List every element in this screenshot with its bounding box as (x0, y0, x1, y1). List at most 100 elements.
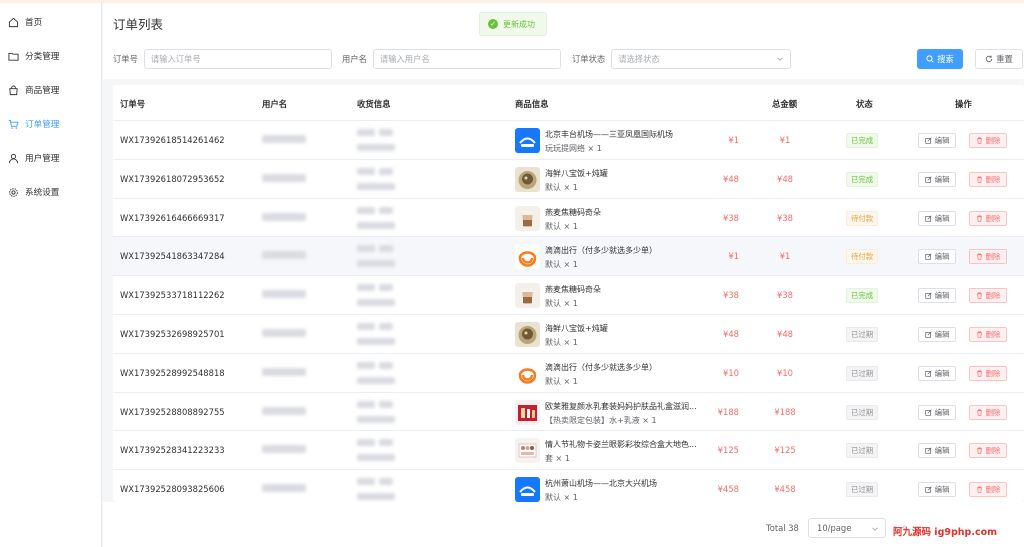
edit-button[interactable]: 编辑 (918, 171, 956, 187)
table-header: 订单号 用户名 收货信息 商品信息 总金额 状态 操作 (113, 85, 1024, 120)
edit-button[interactable]: 编辑 (918, 443, 956, 459)
edit-button[interactable]: 编辑 (918, 210, 956, 226)
delete-button[interactable]: 删除 (969, 482, 1007, 498)
sidebar-item-2[interactable]: 商品管理 (0, 73, 101, 107)
product-thumbnail (515, 166, 540, 192)
edit-button-label: 编辑 (934, 446, 950, 456)
product-spec: 默认 × 1 (545, 221, 578, 231)
status-badge: 已过期 (846, 443, 879, 459)
user-input-box[interactable] (372, 49, 561, 69)
order-input[interactable] (150, 54, 325, 64)
edit-button[interactable]: 编辑 (918, 133, 956, 148)
table-row: WX17392616466669317 燕麦焦糖码奇朵 默认 × 1 ¥38 ¥38 待付… (113, 197, 1024, 237)
phone-redacted (379, 439, 393, 447)
page-size-select[interactable]: 10/page (808, 518, 886, 538)
edit-icon (924, 331, 932, 338)
edit-button[interactable]: 编辑 (918, 365, 956, 381)
status-select[interactable] (611, 49, 792, 69)
edit-button[interactable]: 编辑 (918, 482, 956, 498)
header-user: 用户名 (262, 99, 288, 109)
product-name: 欧莱雅复颜水乳套装妈妈护肤品礼盒滋润... (545, 401, 697, 411)
user-input[interactable] (379, 54, 554, 64)
order-number: WX17392532698925701 (120, 328, 225, 339)
status-badge: 已过期 (846, 365, 879, 381)
username-redacted (262, 484, 306, 493)
product-thumbnail (515, 283, 540, 309)
header-total: 总金额 (772, 99, 798, 109)
product-spec: 默认 × 1 (545, 376, 578, 386)
trash-icon (976, 176, 982, 183)
trash-icon (976, 486, 982, 493)
sidebar-item-label: 分类管理 (25, 52, 60, 62)
unit-price: ¥1 (728, 251, 739, 262)
order-input-box[interactable] (143, 49, 332, 69)
address-redacted (357, 376, 395, 384)
edit-icon (924, 137, 932, 144)
search-button[interactable]: 搜索 (917, 49, 963, 69)
delete-button-label: 删除 (985, 252, 1001, 262)
edit-button-label: 编辑 (934, 252, 950, 262)
edit-icon (924, 409, 932, 416)
status-badge: 待付款 (846, 210, 879, 226)
delete-button[interactable]: 删除 (969, 249, 1007, 265)
unit-price: ¥38 (723, 212, 739, 223)
header-address: 收货信息 (357, 99, 391, 109)
product-thumbnail (515, 360, 540, 386)
address-redacted (357, 454, 395, 462)
status-badge: 已过期 (846, 404, 879, 420)
address-redacted (357, 182, 395, 190)
table-row: WX17392528341223233 情人节礼物卡姿兰眼影彩妆综合盒大地色...… (113, 430, 1024, 469)
sidebar-item-5[interactable]: 系统设置 (0, 175, 101, 209)
table-row: WX17392528808892755 欧莱雅复颜水乳套装妈妈护肤品礼盒滋润...… (113, 391, 1024, 431)
table-area: 订单号 用户名 收货信息 商品信息 总金额 状态 操作 WX1739261851… (103, 79, 1024, 503)
phone-redacted (379, 322, 393, 330)
edit-button[interactable]: 编辑 (918, 326, 956, 342)
header-product: 商品信息 (515, 99, 549, 109)
edit-icon (924, 253, 932, 261)
edit-button[interactable]: 编辑 (918, 288, 956, 304)
receiver-redacted (357, 361, 375, 369)
pagination-total: Total 38 (766, 523, 799, 533)
trash-icon (976, 370, 982, 377)
delete-button[interactable]: 删除 (969, 404, 1007, 420)
sidebar-item-1[interactable]: 分类管理 (0, 39, 101, 73)
edit-icon (924, 292, 932, 299)
status-badge: 已过期 (846, 482, 879, 498)
sidebar-item-0[interactable]: 首页 (0, 5, 101, 39)
delete-button[interactable]: 删除 (969, 365, 1007, 381)
product-thumbnail (515, 244, 540, 270)
edit-button[interactable]: 编辑 (918, 404, 956, 420)
receiver-redacted (357, 245, 375, 253)
delete-button-label: 删除 (985, 291, 1001, 301)
order-number: WX17392528093825606 (120, 484, 225, 495)
total-amount: ¥458 (774, 484, 796, 495)
gear-icon (9, 187, 18, 197)
reset-button[interactable]: 重置 (975, 49, 1023, 69)
sidebar-item-4[interactable]: 用户管理 (0, 141, 101, 175)
cart-icon (8, 119, 19, 129)
trash-icon (976, 253, 982, 261)
delete-button[interactable]: 删除 (969, 288, 1007, 304)
status-badge: 已完成 (846, 288, 879, 304)
search-icon (926, 55, 934, 63)
status-badge: 已完成 (846, 133, 879, 148)
check-circle-icon: ✓ (488, 19, 498, 29)
delete-button[interactable]: 删除 (969, 326, 1007, 342)
delete-button[interactable]: 删除 (969, 171, 1007, 187)
sidebar-item-label: 商品管理 (25, 86, 60, 96)
sidebar-item-3[interactable]: 订单管理 (0, 107, 101, 141)
user-icon (8, 153, 19, 163)
delete-button[interactable]: 删除 (969, 443, 1007, 459)
username-redacted (262, 406, 306, 415)
delete-button[interactable]: 删除 (969, 210, 1007, 226)
total-amount: ¥38 (777, 212, 793, 223)
unit-price: ¥38 (723, 290, 739, 301)
username-redacted (262, 173, 306, 182)
product-thumbnail (515, 128, 540, 153)
delete-button[interactable]: 删除 (969, 133, 1007, 148)
total-amount: ¥188 (774, 406, 796, 417)
status-select-input[interactable] (618, 54, 785, 64)
product-thumbnail (515, 399, 540, 425)
edit-button[interactable]: 编辑 (918, 249, 956, 265)
table-row: WX17392533718112262 燕麦焦糖码奇朵 默认 × 1 ¥38 ¥38 已完… (113, 275, 1024, 314)
